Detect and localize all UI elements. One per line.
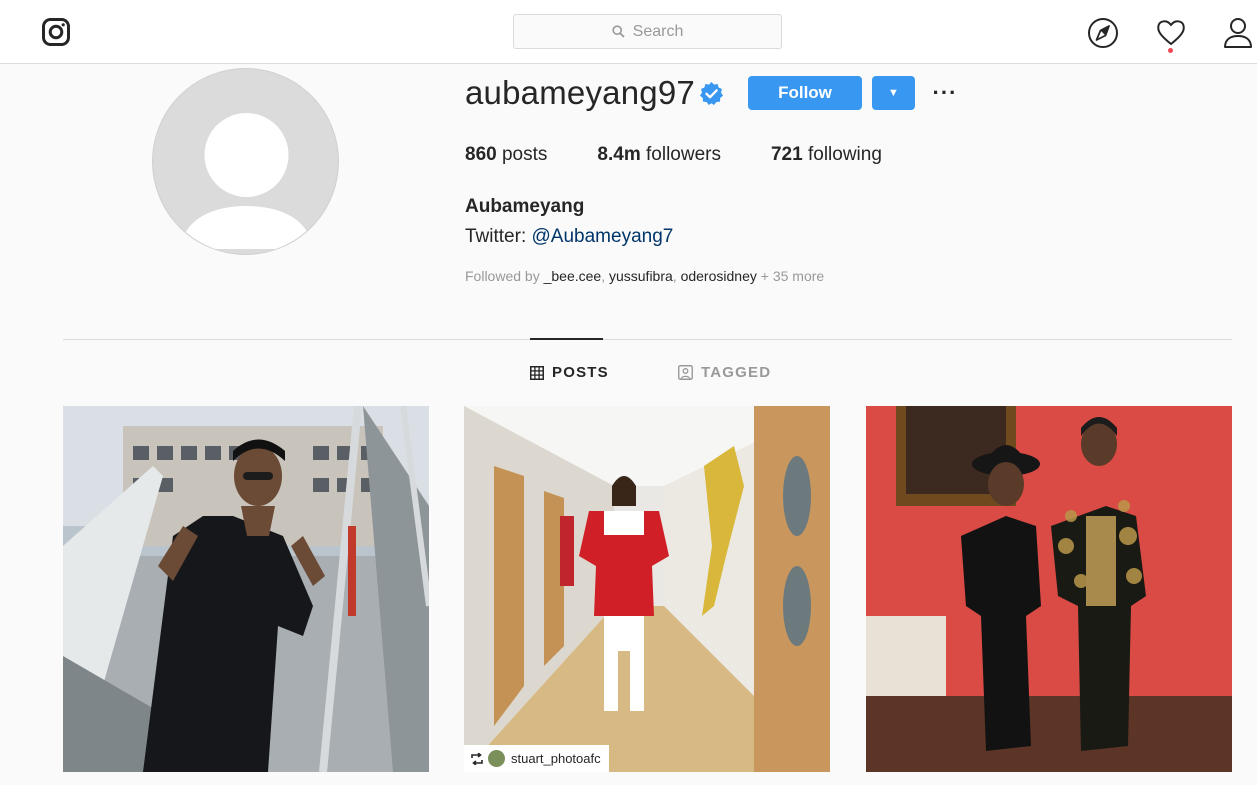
tab-tagged-label: TAGGED: [701, 364, 772, 381]
suggestions-dropdown-button[interactable]: ▼: [872, 76, 915, 110]
profile-full-name: Aubameyang: [465, 196, 585, 217]
default-avatar-icon: [181, 113, 312, 249]
following-stat[interactable]: 721 following: [771, 144, 882, 166]
profile-avatar[interactable]: [152, 68, 339, 255]
tabs-divider: [63, 339, 1232, 340]
notification-dot: [1168, 48, 1173, 53]
profile-stats: 860 posts 8.4m followers 721 following: [465, 144, 932, 166]
top-nav-bar: Search: [0, 0, 1257, 64]
posts-count: 860: [465, 144, 497, 165]
posts-count-stat: 860 posts: [465, 144, 547, 166]
follow-button[interactable]: Follow: [748, 76, 862, 110]
post-thumbnail[interactable]: [866, 406, 1232, 772]
grid-icon: [530, 365, 544, 380]
search-placeholder: Search: [632, 22, 684, 40]
following-count: 721: [770, 144, 803, 165]
post-thumbnail[interactable]: stuart_photoafc: [464, 406, 830, 772]
post-photo-red-room: [866, 406, 1232, 772]
tab-posts-label: POSTS: [552, 364, 609, 381]
followed-by-more[interactable]: + 35 more: [761, 268, 824, 284]
bio-prefix: Twitter:: [465, 226, 532, 247]
chevron-down-icon: ▼: [888, 87, 899, 99]
profile-username: aubameyang97: [465, 74, 695, 111]
followers-stat[interactable]: 8.4m followers: [597, 144, 721, 166]
followed-by-line[interactable]: Followed by _bee.cee, yussufibra, oderos…: [465, 268, 824, 284]
instagram-logo-icon[interactable]: [41, 17, 71, 47]
verified-badge-icon: [700, 82, 723, 105]
tab-posts[interactable]: POSTS: [530, 364, 609, 381]
followed-by-prefix: Followed by: [465, 268, 544, 284]
search-input[interactable]: Search: [513, 14, 782, 49]
followed-by-name[interactable]: _bee.cee: [544, 268, 602, 284]
following-label: following: [807, 144, 882, 165]
search-icon: [612, 25, 625, 38]
followers-label: followers: [646, 144, 721, 165]
tab-tagged[interactable]: TAGGED: [678, 364, 771, 381]
active-tab-indicator: [530, 338, 603, 340]
user-icon[interactable]: [1222, 16, 1254, 50]
repost-attribution-tag[interactable]: stuart_photoafc: [464, 745, 609, 772]
repost-icon: [471, 752, 483, 765]
post-photo-corridor: [464, 406, 830, 772]
followed-by-name[interactable]: yussufibra: [609, 268, 673, 284]
ellipsis-icon: ···: [932, 80, 958, 105]
followers-count: 8.4m: [597, 144, 641, 165]
followed-by-name[interactable]: oderosidney: [681, 268, 757, 284]
posts-label: posts: [501, 144, 548, 165]
compass-icon[interactable]: [1087, 16, 1119, 50]
post-thumbnail[interactable]: [63, 406, 429, 772]
repost-user-avatar: [488, 750, 505, 767]
repost-username: stuart_photoafc: [511, 751, 601, 766]
profile-bio: Twitter: @Aubameyang7: [465, 226, 673, 248]
tagged-user-icon: [678, 365, 693, 380]
post-photo-airport-stairs: [63, 406, 429, 772]
more-options-button[interactable]: ···: [932, 80, 958, 106]
bio-twitter-link[interactable]: @Aubameyang7: [532, 226, 674, 247]
heart-icon[interactable]: [1155, 16, 1187, 50]
